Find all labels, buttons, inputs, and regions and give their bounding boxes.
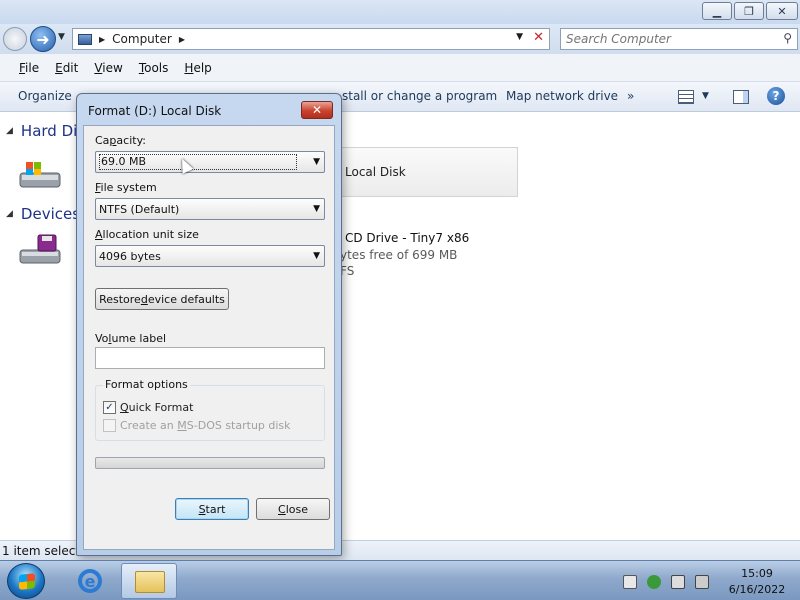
restore-defaults-button[interactable]: Restore d evice defaults (95, 288, 229, 310)
taskbar-internet-explorer[interactable]: e (62, 563, 118, 599)
menu-help[interactable]: Help (184, 61, 211, 75)
dialog-body: Capacity: 69.0 MB ▼ File system NTFS (De… (83, 125, 335, 550)
clock-time: 15:09 (741, 567, 773, 580)
computer-small-icon (78, 33, 92, 45)
quick-format-checkbox[interactable]: ✓ Quick Format (103, 401, 193, 414)
breadcrumb-separator-icon[interactable]: ▶ (179, 35, 185, 44)
address-dropdown-icon[interactable]: ▼ (516, 32, 523, 42)
chevron-down-icon[interactable]: ▼ (313, 251, 320, 261)
search-icon[interactable]: ⚲ (783, 31, 792, 45)
maximize-button[interactable]: ❐ (734, 2, 764, 20)
dialog-title: Format (D:) Local Disk (88, 104, 222, 118)
cd-drive-free-space: ytes free of 699 MB (340, 248, 458, 262)
back-button[interactable] (3, 27, 27, 51)
file-system-select[interactable]: NTFS (Default) ▼ (95, 198, 325, 220)
minimize-button[interactable]: ▁ (702, 2, 732, 20)
breadcrumb-computer[interactable]: Computer (112, 32, 172, 46)
map-network-drive-button[interactable]: Map network drive (506, 89, 618, 103)
explorer-titlebar: ▁ ❐ ✕ (0, 0, 800, 24)
format-progress-bar (95, 457, 325, 469)
help-icon[interactable]: ? (767, 87, 785, 105)
volume-label-input[interactable] (96, 348, 324, 368)
close-window-button[interactable]: ✕ (766, 2, 798, 20)
windows-logo-icon (19, 573, 35, 590)
cd-drive-icon[interactable] (18, 234, 64, 266)
checkmark-icon[interactable]: ✓ (103, 401, 116, 414)
local-disk-tile[interactable]: Local Disk (330, 147, 518, 197)
uninstall-program-button[interactable]: stall or change a program (342, 89, 497, 103)
status-text: 1 item selecte (2, 544, 88, 558)
stop-icon[interactable]: ✕ (533, 30, 544, 45)
allocation-unit-label: Allocation unit size (95, 228, 199, 241)
close-button[interactable]: Close (256, 498, 330, 520)
menu-view[interactable]: View (94, 61, 122, 75)
close-icon: ✕ (311, 103, 323, 117)
start-button[interactable]: Start (175, 498, 249, 520)
format-options-legend: Format options (103, 378, 190, 391)
clock[interactable]: 15:09 6/16/2022 (722, 566, 792, 598)
address-box[interactable]: ▶ Computer ▶ ▼ ✕ (72, 28, 550, 50)
folder-icon (135, 571, 165, 593)
volume-label-field[interactable] (95, 347, 325, 369)
cd-drive-name[interactable]: CD Drive - Tiny7 x86 (345, 231, 469, 245)
volume-muted-icon[interactable] (695, 575, 709, 589)
address-bar-row: ➜ ▼ ▶ Computer ▶ ▼ ✕ ⚲ (0, 24, 800, 54)
capacity-select[interactable]: 69.0 MB ▼ (95, 151, 325, 173)
menu-edit[interactable]: Edit (55, 61, 78, 75)
chevron-down-icon[interactable]: ▼ (313, 204, 320, 214)
security-shield-icon[interactable] (647, 575, 661, 589)
capacity-label: Capacity: (95, 134, 146, 147)
taskbar: e 15:09 6/16/2022 (0, 560, 800, 600)
dialog-close-button[interactable]: ✕ (301, 101, 333, 119)
volume-label-label: Volume label (95, 332, 167, 345)
menu-file[interactable]: File (19, 61, 39, 75)
forward-arrow-icon: ➜ (36, 29, 50, 49)
clock-date: 6/16/2022 (728, 583, 786, 596)
collapse-triangle-icon[interactable]: ◢ (6, 209, 13, 219)
system-drive-icon[interactable] (18, 159, 64, 191)
view-options-dropdown-icon[interactable]: ▼ (702, 91, 709, 101)
checkbox-empty-icon[interactable] (103, 419, 116, 432)
start-button[interactable] (7, 563, 45, 599)
internet-explorer-icon: e (78, 569, 102, 593)
more-commands-button[interactable]: » (627, 89, 634, 103)
menu-tools[interactable]: Tools (139, 61, 169, 75)
action-center-icon[interactable] (623, 575, 637, 589)
organize-button[interactable]: Organize (18, 89, 72, 103)
change-view-icon[interactable] (678, 90, 694, 104)
group-devices[interactable]: ◢ Devices (6, 205, 80, 223)
cd-drive-filesystem: FS (340, 264, 355, 278)
format-dialog: Format (D:) Local Disk ✕ Capacity: 69.0 … (76, 93, 342, 556)
collapse-triangle-icon[interactable]: ◢ (6, 126, 13, 136)
allocation-unit-select[interactable]: 4096 bytes ▼ (95, 245, 325, 267)
chevron-down-icon[interactable]: ▼ (313, 157, 320, 167)
breadcrumb-separator-icon[interactable]: ▶ (99, 35, 105, 44)
preview-pane-icon[interactable] (733, 90, 749, 104)
network-icon[interactable] (671, 575, 685, 589)
file-system-label: File system (95, 181, 157, 194)
taskbar-windows-explorer[interactable] (121, 563, 177, 599)
forward-button[interactable]: ➜ (30, 26, 56, 52)
msdos-startup-checkbox[interactable]: Create an MS-DOS startup disk (103, 419, 291, 432)
format-options-group: Format options ✓ Quick Format Create an … (95, 378, 325, 441)
search-box[interactable]: ⚲ (560, 28, 798, 50)
search-input[interactable] (561, 29, 761, 49)
menu-bar: File Edit View Tools Help (0, 54, 800, 82)
recent-pages-chevron-icon[interactable]: ▼ (58, 32, 65, 42)
